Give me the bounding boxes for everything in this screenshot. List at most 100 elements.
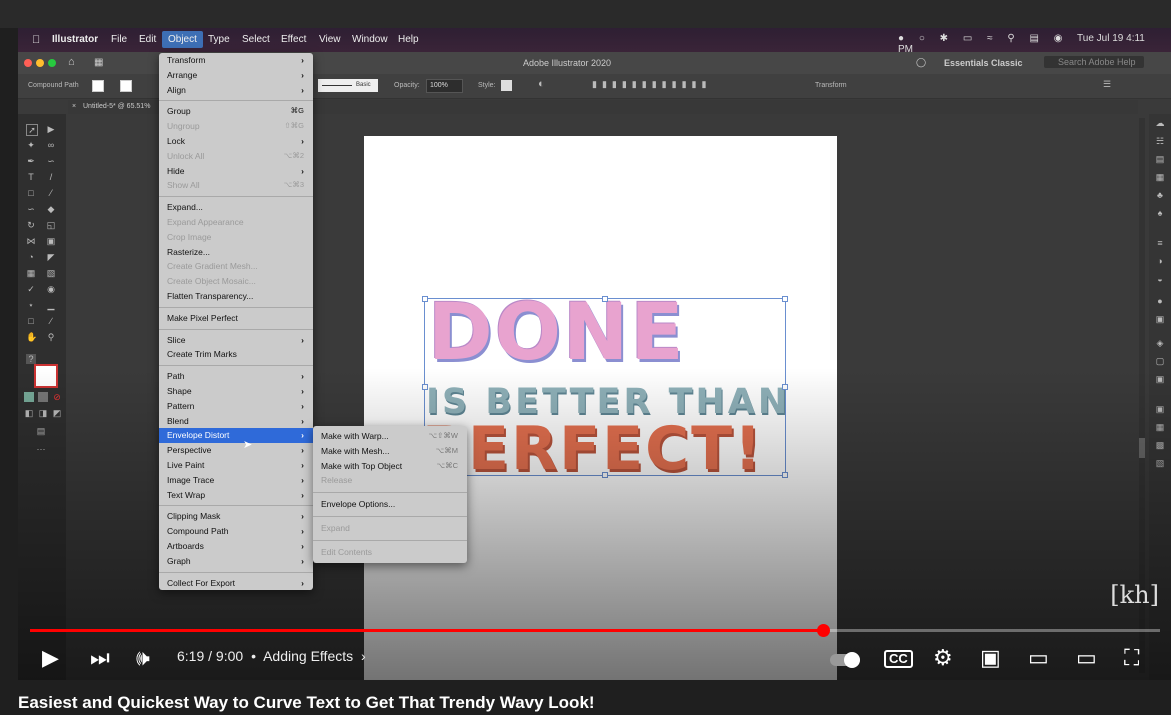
width-tool-icon[interactable]: ⋈ <box>26 236 36 246</box>
resize-handle[interactable] <box>782 472 788 478</box>
menu-object[interactable]: Object <box>162 31 203 48</box>
color-mode-icon[interactable] <box>24 392 34 402</box>
transparency-icon[interactable]: ◒ <box>1155 274 1165 284</box>
perspective-grid-tool-icon[interactable]: ▦ <box>26 268 36 278</box>
live-paint-tool-icon[interactable]: ◤ <box>46 252 56 262</box>
menu-item-blend[interactable]: Blend › <box>159 414 313 429</box>
menu-window[interactable]: Window <box>352 34 388 45</box>
default-colors-icon[interactable]: ? <box>26 354 36 364</box>
graphic-styles-icon[interactable]: ▣ <box>1155 314 1165 324</box>
slice-tool-icon[interactable]: ∕ <box>46 316 56 326</box>
menu-item-pattern[interactable]: Pattern › <box>159 399 313 414</box>
submenu-item-make-with-mesh[interactable]: Make with Mesh... ⌥⌘M <box>313 444 467 459</box>
app-menu[interactable]: Illustrator <box>52 34 98 45</box>
chevron-right-icon[interactable]: › <box>361 648 366 664</box>
menu-file[interactable]: File <box>111 34 127 45</box>
airplay-icon[interactable]: ▭ <box>1076 646 1097 670</box>
menu-effect[interactable]: Effect <box>281 34 306 45</box>
eyedropper-tool-icon[interactable]: ✓ <box>26 284 36 294</box>
menu-item-arrange[interactable]: Arrange › <box>159 68 313 83</box>
shape-builder-tool-icon[interactable]: ◔ <box>26 252 36 262</box>
play-icon[interactable]: ▶ <box>42 646 59 670</box>
document-tab[interactable]: Untitled-5* @ 65.51% <box>83 103 150 110</box>
symbols-icon[interactable]: ♠ <box>1155 208 1165 218</box>
resize-handle[interactable] <box>422 296 428 302</box>
record-icon[interactable]: ● <box>898 33 904 44</box>
menu-type[interactable]: Type <box>208 34 230 45</box>
menu-item-collect-for-export[interactable]: Collect For Export › <box>159 576 313 591</box>
resize-handle[interactable] <box>602 296 608 302</box>
layers-icon[interactable]: ◈ <box>1155 338 1165 348</box>
opacity-input[interactable]: 100% <box>426 79 463 93</box>
rotate-tool-icon[interactable]: ↻ <box>26 220 36 230</box>
wifi-icon[interactable]: ≈ <box>987 33 993 44</box>
pen-tool-icon[interactable]: ✒ <box>26 156 36 166</box>
control-center-icon[interactable]: ▤ <box>1029 33 1038 44</box>
menu-item-expand[interactable]: Expand... <box>159 200 313 215</box>
channel-watermark[interactable]: [kh] <box>1110 581 1159 609</box>
menu-item-compound-path[interactable]: Compound Path › <box>159 524 313 539</box>
color-panel-icon[interactable]: ▤ <box>1155 154 1165 164</box>
menu-item-text-wrap[interactable]: Text Wrap › <box>159 488 313 503</box>
video-progress-bar[interactable] <box>30 624 1160 637</box>
artboard-tool-icon[interactable]: □ <box>26 316 36 326</box>
menu-item-flatten-transparency[interactable]: Flatten Transparency... <box>159 289 313 304</box>
next-icon[interactable]: ⏭ <box>90 646 110 670</box>
resize-handle[interactable] <box>602 472 608 478</box>
direct-selection-tool-icon[interactable]: ▶ <box>46 124 56 134</box>
menu-help[interactable]: Help <box>398 34 419 45</box>
transform-link[interactable]: Transform <box>815 82 847 89</box>
menu-item-transform[interactable]: Transform › <box>159 53 313 68</box>
circle-icon[interactable]: ○ <box>919 33 925 44</box>
symbol-sprayer-tool-icon[interactable]: ⋆ <box>26 300 36 310</box>
close-tab-icon[interactable]: × <box>72 103 76 110</box>
hand-tool-icon[interactable]: ✋ <box>26 332 37 342</box>
artboard[interactable]: DONE IS BETTER THAN PERFECT! <box>364 136 837 680</box>
zoom-tool-icon[interactable]: ⚲ <box>46 332 56 342</box>
menu-view[interactable]: View <box>319 34 341 45</box>
menu-item-envelope-distort[interactable]: Envelope Distort › <box>159 428 313 444</box>
properties-icon[interactable]: ☁ <box>1155 118 1165 128</box>
rectangle-tool-icon[interactable]: □ <box>26 188 36 198</box>
curvature-tool-icon[interactable]: ∽ <box>46 156 56 166</box>
libraries-icon[interactable]: ☵ <box>1155 136 1165 146</box>
gear-icon[interactable]: ⚙ <box>933 646 953 670</box>
menu-item-align[interactable]: Align › <box>159 83 313 98</box>
lasso-tool-icon[interactable]: ∞ <box>46 140 56 150</box>
submenu-item-make-with-warp[interactable]: Make with Warp... ⌥⇧⌘W <box>313 429 467 444</box>
submenu-item-make-with-top-object[interactable]: Make with Top Object ⌥⌘C <box>313 459 467 474</box>
menu-item-graph[interactable]: Graph › <box>159 554 313 569</box>
selection-bounding-box[interactable] <box>422 296 788 478</box>
menu-item-perspective[interactable]: Perspective › <box>159 443 313 458</box>
shaper-tool-icon[interactable]: ∽ <box>26 204 36 214</box>
stroke-panel-icon[interactable]: ≡ <box>1155 238 1165 248</box>
video-title[interactable]: Easiest and Quickest Way to Curve Text t… <box>18 693 595 713</box>
apple-icon[interactable]:  <box>32 34 40 46</box>
workspace-switcher[interactable]: Essentials Classic <box>944 58 1023 68</box>
asset-export-icon[interactable]: ▣ <box>1155 374 1165 384</box>
selection-tool-icon[interactable]: ➚ <box>26 124 38 136</box>
submenu-item-envelope-options[interactable]: Envelope Options... <box>313 497 467 512</box>
menu-item-path[interactable]: Path › <box>159 369 313 384</box>
volume-icon[interactable]: 🕪 <box>136 646 150 670</box>
cc-icon[interactable]: CC <box>884 650 913 668</box>
stroke-swatch[interactable] <box>120 80 132 92</box>
siri-icon[interactable]: ◉ <box>1054 33 1063 44</box>
align-panel-icon[interactable]: ▦ <box>1155 422 1165 432</box>
miniplayer-icon[interactable]: ▣ <box>980 646 1001 670</box>
fill-swatch[interactable] <box>92 80 104 92</box>
recolor-icon[interactable]: ◐ <box>538 78 545 90</box>
menu-item-make-pixel-perfect[interactable]: Make Pixel Perfect <box>159 311 313 326</box>
draw-normal-icon[interactable]: ◧ <box>24 408 34 418</box>
style-swatch[interactable] <box>501 80 512 91</box>
menu-item-create-trim-marks[interactable]: Create Trim Marks <box>159 347 313 362</box>
gradient-panel-icon[interactable]: ◑ <box>1155 256 1165 266</box>
gradient-tool-icon[interactable]: ▧ <box>46 268 56 278</box>
scale-tool-icon[interactable]: ◱ <box>46 220 56 230</box>
paintbrush-tool-icon[interactable]: ⁄ <box>46 188 56 198</box>
transform-panel-icon[interactable]: ▣ <box>1155 404 1165 414</box>
menu-item-rasterize[interactable]: Rasterize... <box>159 245 313 260</box>
lightbulb-icon[interactable]: ◯ <box>916 57 926 68</box>
menu-item-live-paint[interactable]: Live Paint › <box>159 458 313 473</box>
menu-item-slice[interactable]: Slice › <box>159 333 313 348</box>
